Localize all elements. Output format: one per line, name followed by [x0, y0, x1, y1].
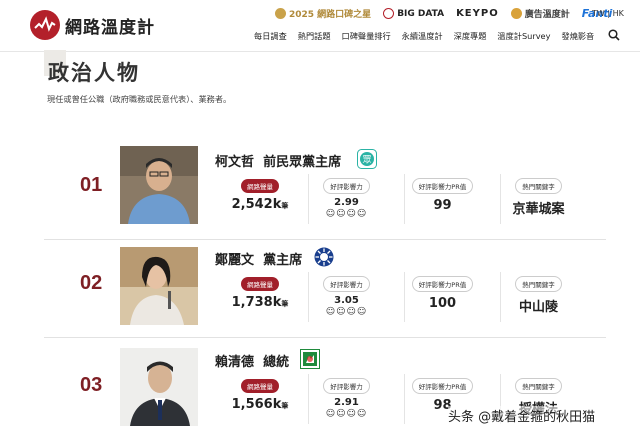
pr-value: 99 — [433, 198, 452, 213]
politician-name: 柯文哲 — [215, 155, 255, 170]
site-header: 網路溫度計 2025 網路口碑之星 BIG DATA KEYPO 廣告溫度計 F… — [0, 0, 640, 52]
sentiment-faces-icon: ☺☺☺☺ — [325, 209, 368, 219]
pr-metric: 好評影響力PR值 99 — [404, 174, 480, 224]
partner-keypo-link[interactable]: KEYPO — [456, 8, 499, 19]
ranking-row[interactable]: 01 柯文哲 前民眾黨主席 眾 網路聲量 2,542k筆 好評影響力 2.99 … — [44, 140, 606, 240]
partner-label: KEYPO — [456, 8, 499, 19]
politician-name-title: 賴清德 總統 — [215, 351, 289, 370]
rating-value: 3.05 — [334, 295, 359, 306]
politician-title: 前民眾黨主席 — [263, 155, 342, 170]
partner-links: 2025 網路口碑之星 BIG DATA KEYPO 廣告溫度計 Fanti — [275, 7, 624, 20]
rating-value: 2.91 — [334, 397, 359, 408]
politician-photo — [120, 247, 198, 325]
politician-name: 賴清德 — [215, 355, 255, 370]
volume-value: 2,542k — [231, 197, 282, 212]
logo-mark-icon — [30, 10, 60, 40]
politician-name-title: 柯文哲 前民眾黨主席 — [215, 151, 341, 170]
rating-label: 好評影響力 — [323, 276, 370, 292]
volume-metric: 網路聲量 2,542k筆 — [222, 174, 298, 224]
keyword-value[interactable]: 中山陵 — [501, 296, 576, 315]
keyword-metric: 熱門關鍵字 中山陵 — [500, 272, 576, 322]
svg-text:眾: 眾 — [362, 155, 371, 166]
keyword-metric: 熱門關鍵字 京華城案 — [500, 174, 576, 224]
pr-label: 好評影響力PR值 — [411, 276, 474, 292]
main-nav: 每日調查 熱門話題 口碑聲量排行 永續溫度計 深度專題 溫度計Survey 發燒… — [254, 30, 605, 42]
nav-item-survey[interactable]: 溫度計Survey — [497, 30, 550, 42]
nav-item-volume-ranking[interactable]: 口碑聲量排行 — [342, 30, 391, 42]
pr-label: 好評影響力PR值 — [411, 378, 474, 394]
rank-number: 02 — [80, 272, 103, 294]
rank-number: 01 — [80, 174, 103, 196]
keyword-label: 熱門關鍵字 — [515, 178, 562, 194]
pr-label: 好評影響力PR值 — [411, 178, 474, 194]
rank-number: 03 — [80, 374, 103, 396]
sentiment-faces-icon: ☺☺☺☺ — [325, 409, 368, 419]
volume-metric: 網路聲量 1,566k筆 — [222, 374, 298, 424]
partner-award-link[interactable]: 2025 網路口碑之星 — [275, 7, 371, 20]
page-title: 政治人物 — [48, 61, 140, 85]
politician-photo — [120, 348, 198, 426]
volume-label: 網路聲量 — [241, 277, 279, 291]
keyword-label: 熱門關鍵字 — [515, 378, 562, 394]
kmt-icon — [314, 247, 334, 267]
tpp-icon: 眾 — [357, 149, 377, 169]
bigdata-icon — [383, 8, 395, 19]
pr-metric: 好評影響力PR值 100 — [404, 272, 480, 322]
nav-item-sustainability[interactable]: 永續溫度計 — [402, 30, 443, 42]
nav-item-daily-survey[interactable]: 每日調查 — [254, 30, 287, 42]
volume-label: 網路聲量 — [241, 379, 279, 393]
language-switch[interactable]: TW | HK — [592, 9, 624, 18]
dpp-icon — [300, 349, 320, 369]
adthermo-icon — [510, 8, 522, 19]
ranking-row[interactable]: 02 鄭麗文 黨主席 網路聲量 1,738k筆 好評影響力 3.05 ☺☺☺☺ — [44, 238, 606, 338]
search-icon[interactable] — [608, 29, 620, 41]
sentiment-faces-icon: ☺☺☺☺ — [325, 307, 368, 317]
politician-title: 黨主席 — [263, 253, 303, 268]
politician-name-title: 鄭麗文 黨主席 — [215, 249, 302, 268]
volume-unit: 筆 — [281, 300, 289, 308]
watermark: 头条 @戴着金箍的秋田猫 — [448, 406, 638, 430]
partner-bigdata-link[interactable]: BIG DATA — [383, 8, 444, 19]
volume-label: 網路聲量 — [241, 179, 279, 193]
partner-label: 2025 網路口碑之星 — [289, 10, 372, 20]
volume-metric: 網路聲量 1,738k筆 — [222, 272, 298, 322]
rating-value: 2.99 — [334, 197, 359, 208]
keyword-value[interactable]: 京華城案 — [501, 198, 576, 217]
volume-unit: 筆 — [281, 202, 289, 210]
volume-unit: 筆 — [281, 402, 289, 410]
rating-metric: 好評影響力 2.99 ☺☺☺☺ — [308, 174, 384, 224]
rating-label: 好評影響力 — [323, 178, 370, 194]
volume-value: 1,738k — [231, 295, 282, 310]
partner-label: 廣告溫度計 — [524, 10, 570, 20]
nav-item-videos[interactable]: 發燒影音 — [561, 30, 594, 42]
brand-name: 網路溫度計 — [65, 17, 155, 38]
award-icon — [275, 8, 286, 19]
politician-photo — [120, 146, 198, 224]
rating-metric: 好評影響力 2.91 ☺☺☺☺ — [308, 374, 384, 424]
page-subtitle: 現任或曾任公職（政府職務或民意代表）、業務者。 — [47, 94, 232, 104]
nav-item-deep-features[interactable]: 深度專題 — [454, 30, 487, 42]
politician-title: 總統 — [263, 355, 290, 370]
volume-value: 1,566k — [231, 397, 282, 412]
rating-label: 好評影響力 — [323, 378, 370, 394]
nav-item-hot-topics[interactable]: 熱門話題 — [298, 30, 331, 42]
site-logo[interactable]: 網路溫度計 — [30, 10, 155, 40]
partner-adthermo-link[interactable]: 廣告溫度計 — [510, 7, 570, 20]
rating-metric: 好評影響力 3.05 ☺☺☺☺ — [308, 272, 384, 322]
keyword-label: 熱門關鍵字 — [515, 276, 562, 292]
pr-value: 100 — [428, 296, 457, 311]
politician-name: 鄭麗文 — [215, 253, 255, 268]
partner-label: BIG DATA — [397, 8, 445, 19]
